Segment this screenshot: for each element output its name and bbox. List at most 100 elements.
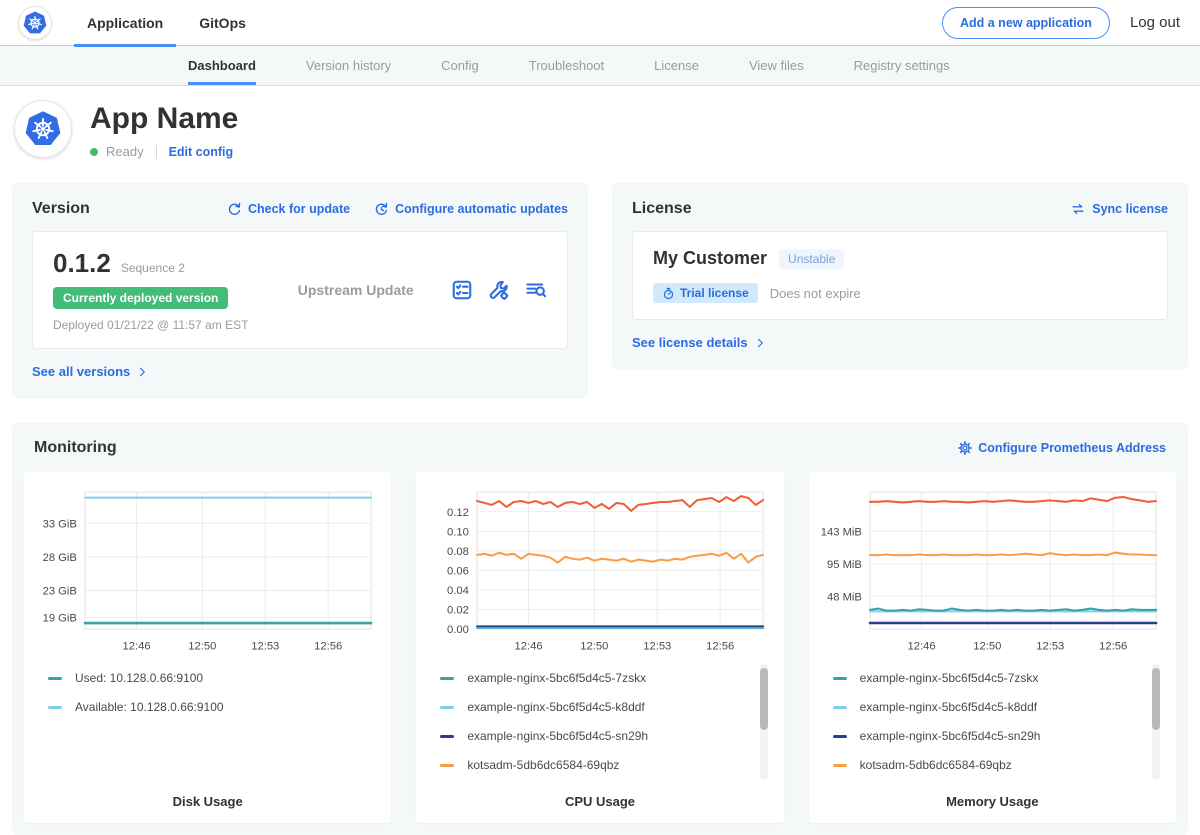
legend-item: example-nginx-5bc6f5d4c5-7zskx (440, 664, 747, 693)
configure-automatic-updates-label: Configure automatic updates (395, 202, 568, 216)
svg-text:12:56: 12:56 (314, 641, 342, 653)
edit-config-icon[interactable] (488, 279, 510, 301)
svg-text:48 MiB: 48 MiB (827, 591, 862, 603)
svg-text:33 GiB: 33 GiB (43, 518, 77, 530)
license-card: License Sync license My Customer Unstabl… (612, 183, 1188, 370)
sync-arrows-icon (1070, 202, 1086, 216)
svg-text:12:46: 12:46 (515, 641, 543, 653)
kubernetes-logo-icon[interactable] (18, 6, 52, 40)
svg-text:0.04: 0.04 (447, 585, 469, 597)
license-box: My Customer Unstable Trial license Does … (632, 231, 1168, 320)
svg-text:12:50: 12:50 (581, 641, 609, 653)
legend-item: kotsadm-5db6dc6584-69qbz (833, 751, 1140, 780)
subtab-version-history[interactable]: Version history (306, 46, 391, 85)
svg-text:143 MiB: 143 MiB (820, 526, 861, 538)
preflight-checks-icon[interactable] (451, 279, 473, 301)
edit-config-link[interactable]: Edit config (169, 145, 234, 159)
memory-usage-plot: 48 MiB95 MiB143 MiB12:4612:5012:5312:56 (819, 482, 1166, 656)
sync-license-link[interactable]: Sync license (1070, 202, 1168, 216)
check-for-update-link[interactable]: Check for update (227, 202, 350, 217)
kubernetes-app-icon (23, 109, 63, 149)
see-license-details-link[interactable]: See license details (632, 335, 766, 350)
cpu-usage-chart-card: 0.000.020.040.060.080.100.1212:4612:5012… (416, 472, 783, 823)
chevron-right-icon (136, 366, 148, 378)
subtab-view-files[interactable]: View files (749, 46, 804, 85)
subtab-registry-settings[interactable]: Registry settings (854, 46, 950, 85)
deploy-logs-icon[interactable] (525, 279, 547, 301)
svg-text:95 MiB: 95 MiB (827, 559, 862, 571)
svg-text:0.08: 0.08 (447, 546, 469, 558)
legend-label: example-nginx-5bc6f5d4c5-7zskx (467, 671, 646, 685)
tab-gitops[interactable]: GitOps (186, 0, 259, 46)
page-title: App Name (90, 102, 238, 136)
version-source-label: Upstream Update (260, 282, 451, 298)
legend-label: kotsadm-5db6dc6584-69qbz (860, 758, 1012, 772)
legend-label: example-nginx-5bc6f5d4c5-sn29h (467, 729, 648, 743)
svg-text:12:53: 12:53 (251, 641, 279, 653)
subtab-config[interactable]: Config (441, 46, 479, 85)
legend-scrollbar[interactable] (760, 664, 768, 780)
memory-usage-legend: example-nginx-5bc6f5d4c5-7zskx example-ng… (833, 664, 1166, 782)
svg-text:12:46: 12:46 (123, 641, 151, 653)
configure-prometheus-label: Configure Prometheus Address (978, 441, 1166, 455)
configure-prometheus-link[interactable]: Configure Prometheus Address (958, 441, 1166, 455)
legend-swatch-icon (833, 764, 847, 767)
legend-label: example-nginx-5bc6f5d4c5-7zskx (860, 671, 1039, 685)
app-header: App Name Ready Edit config (0, 86, 1200, 175)
status-label: Ready (106, 144, 144, 159)
legend-label: example-nginx-5bc6f5d4c5-k8ddf (860, 700, 1037, 714)
subtab-troubleshoot[interactable]: Troubleshoot (529, 46, 604, 85)
deployed-timestamp: Deployed 01/21/22 @ 11:57 am EST (53, 318, 260, 332)
legend-swatch-icon (48, 677, 62, 680)
configure-automatic-updates-link[interactable]: Configure automatic updates (374, 202, 568, 217)
tab-application-label: Application (87, 15, 163, 31)
legend-label: kotsadm-5db6dc6584-69qbz (467, 758, 619, 772)
add-application-button[interactable]: Add a new application (942, 7, 1110, 39)
svg-text:28 GiB: 28 GiB (43, 552, 77, 564)
svg-text:19 GiB: 19 GiB (43, 613, 77, 625)
refresh-icon (227, 202, 242, 217)
chart-title: Memory Usage (819, 794, 1166, 811)
current-version-box: 0.1.2 Sequence 2 Currently deployed vers… (32, 231, 568, 349)
ready-status-dot-icon (90, 148, 98, 156)
subtab-license[interactable]: License (654, 46, 699, 85)
stopwatch-icon (662, 287, 675, 300)
version-card-title: Version (32, 200, 90, 218)
svg-text:12:50: 12:50 (188, 641, 216, 653)
license-card-title: License (632, 200, 692, 218)
svg-text:12:46: 12:46 (907, 641, 935, 653)
clock-refresh-icon (374, 202, 389, 217)
see-all-versions-link[interactable]: See all versions (32, 364, 148, 379)
chart-title: CPU Usage (426, 794, 773, 811)
legend-label: example-nginx-5bc6f5d4c5-sn29h (860, 729, 1041, 743)
svg-text:0.00: 0.00 (447, 624, 469, 636)
legend-item: example-nginx-5bc6f5d4c5-sn29h (440, 722, 747, 751)
svg-text:0.12: 0.12 (447, 507, 469, 519)
disk-usage-legend: Used: 10.128.0.66:9100Available: 10.128.… (48, 664, 381, 782)
top-nav: Application GitOps Add a new application… (0, 0, 1200, 46)
app-avatar (14, 100, 72, 158)
see-all-versions-label: See all versions (32, 364, 130, 379)
legend-label: example-nginx-5bc6f5d4c5-k8ddf (467, 700, 644, 714)
legend-scrollbar[interactable] (1152, 664, 1160, 780)
svg-text:12:56: 12:56 (706, 641, 734, 653)
logout-link[interactable]: Log out (1130, 14, 1180, 31)
svg-text:0.06: 0.06 (447, 566, 469, 578)
legend-swatch-icon (833, 735, 847, 738)
cards-row: Version Check for update Configure autom… (0, 175, 1200, 399)
sub-nav: Dashboard Version history Config Trouble… (0, 46, 1200, 86)
cpu-usage-plot: 0.000.020.040.060.080.100.1212:4612:5012… (426, 482, 773, 656)
svg-text:12:50: 12:50 (973, 641, 1001, 653)
legend-item: example-nginx-5bc6f5d4c5-sn29h (833, 722, 1140, 751)
legend-scrollbar-thumb[interactable] (760, 668, 768, 730)
legend-swatch-icon (440, 764, 454, 767)
subtab-dashboard[interactable]: Dashboard (188, 46, 256, 85)
chart-title: Disk Usage (34, 794, 381, 811)
kubernetes-wheel-icon (22, 10, 48, 36)
svg-text:12:53: 12:53 (1036, 641, 1064, 653)
tab-application[interactable]: Application (74, 0, 176, 46)
monitoring-title: Monitoring (34, 439, 117, 457)
legend-scrollbar-thumb[interactable] (1152, 668, 1160, 730)
legend-label: Used: 10.128.0.66:9100 (75, 671, 203, 685)
check-for-update-label: Check for update (248, 202, 350, 216)
